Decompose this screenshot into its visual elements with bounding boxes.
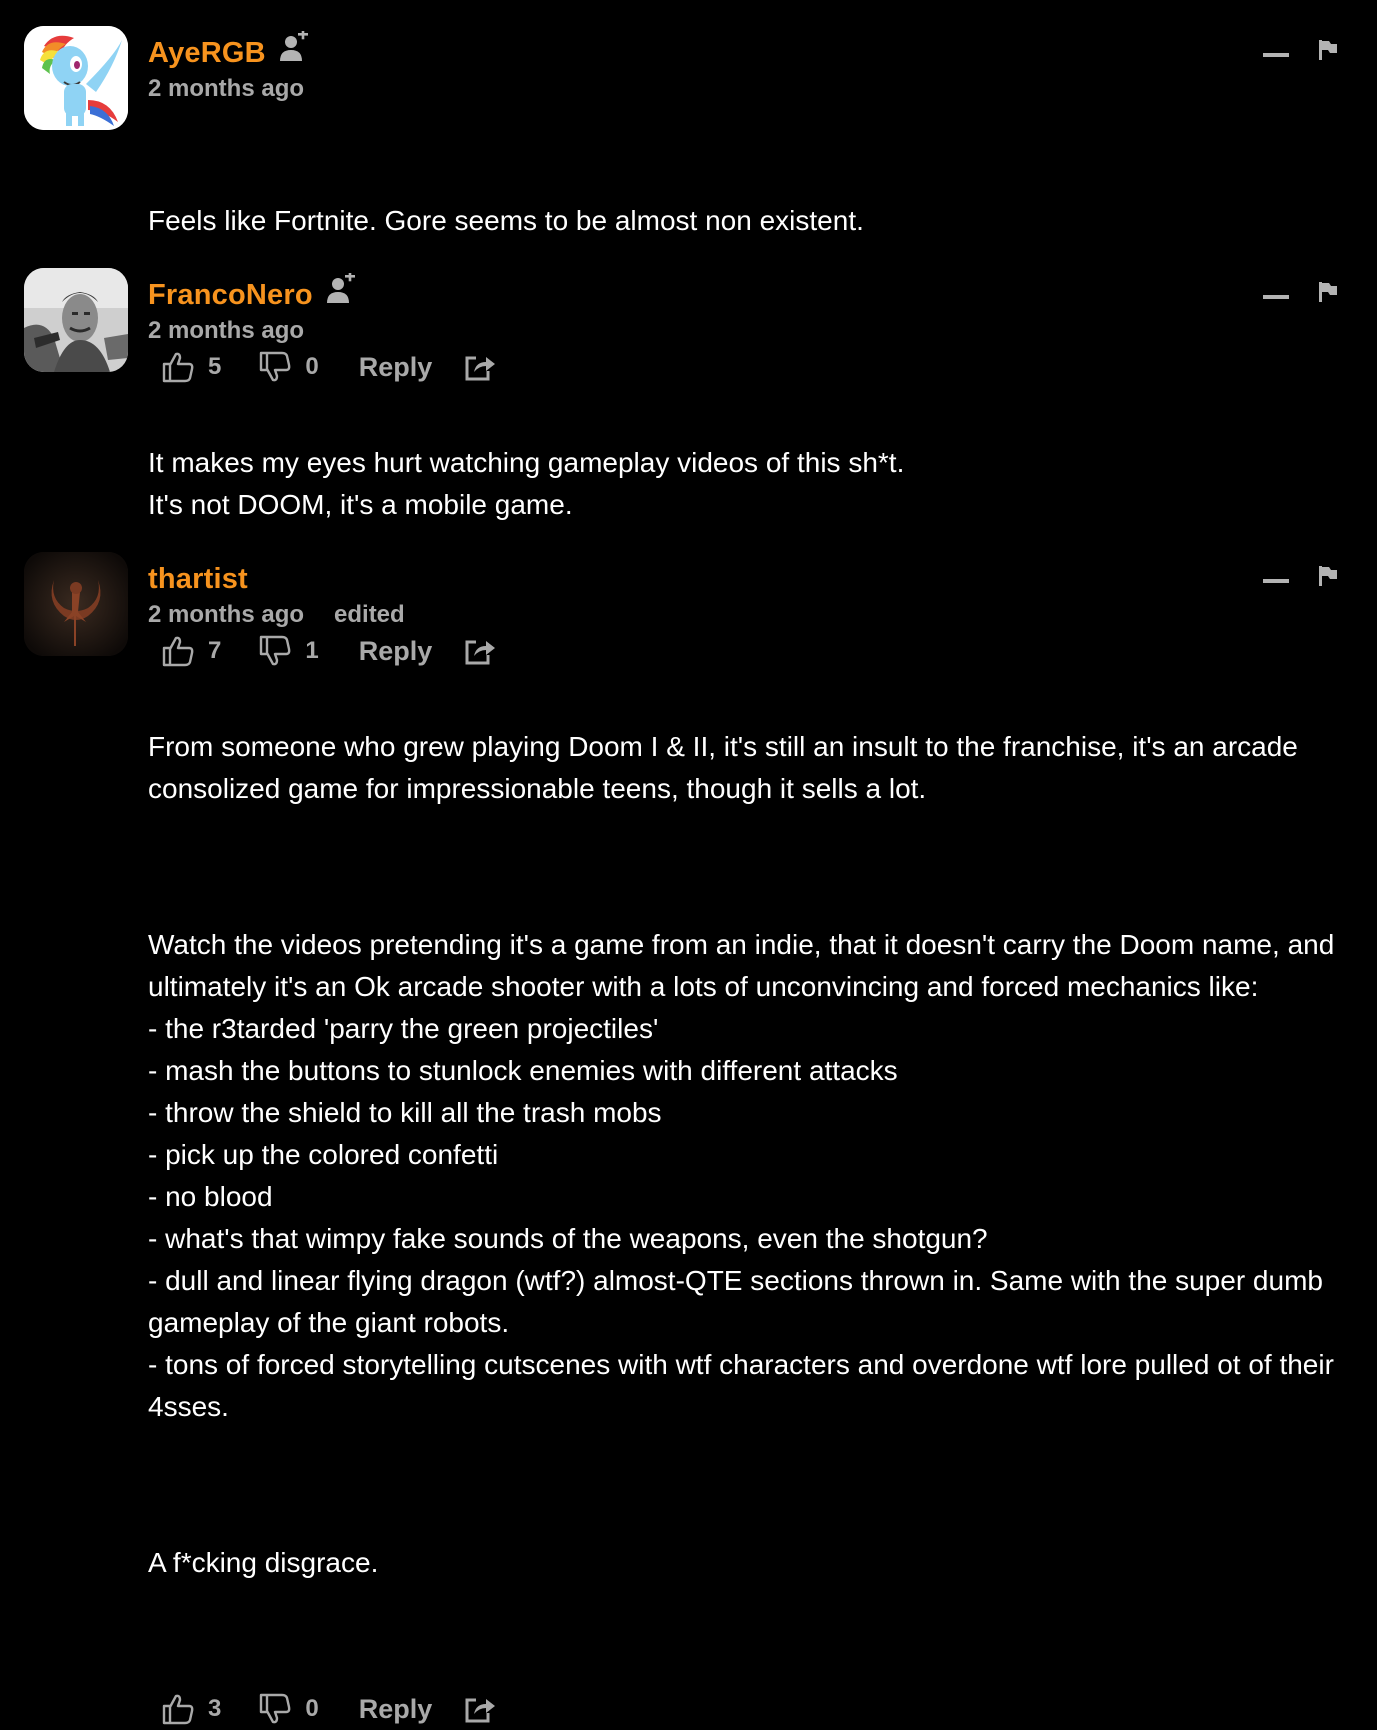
edited-label: edited	[334, 601, 405, 628]
add-user-icon[interactable]	[278, 28, 312, 70]
collapse-button[interactable]	[1253, 282, 1293, 312]
username[interactable]: thartist	[148, 563, 248, 596]
flag-icon	[1319, 40, 1337, 60]
comment-paragraph: It makes my eyes hurt watching gameplay …	[148, 447, 905, 520]
comment-paragraph: From someone who grew playing Doom I & I…	[148, 731, 1306, 804]
comment-timestamp: 2 months ago	[148, 601, 305, 628]
flag-icon	[1319, 566, 1337, 586]
share-icon	[465, 1698, 496, 1723]
minus-icon	[1263, 295, 1289, 299]
avatar-image	[24, 26, 128, 130]
comment-paragraph: Watch the videos pretending it's a game …	[148, 929, 1335, 1422]
avatar-image	[24, 268, 128, 372]
username[interactable]: AyeRGB	[148, 37, 266, 70]
thumbs-up-icon	[162, 1694, 194, 1725]
reply-button[interactable]: Reply	[359, 1694, 433, 1725]
username[interactable]: FrancoNero	[148, 279, 313, 312]
dislike-count: 0	[305, 1695, 319, 1722]
avatar[interactable]	[24, 26, 128, 130]
minus-icon	[1263, 53, 1289, 57]
share-button[interactable]	[464, 1694, 496, 1724]
flag-button[interactable]	[1311, 562, 1345, 596]
comment-timestamp: 2 months ago	[148, 317, 305, 344]
comment-actions: 3 0 Reply	[148, 1688, 1377, 1730]
flag-button[interactable]	[1311, 278, 1345, 312]
flag-button[interactable]	[1311, 36, 1345, 70]
avatar[interactable]	[24, 552, 128, 656]
collapse-button[interactable]	[1253, 566, 1293, 596]
avatar-image	[24, 552, 128, 656]
add-user-icon[interactable]	[325, 270, 359, 312]
collapse-button[interactable]	[1253, 40, 1293, 70]
thumbs-down-icon	[260, 1693, 291, 1724]
comment-paragraph: Feels like Fortnite. Gore seems to be al…	[148, 205, 864, 236]
comment-timestamp: 2 months ago	[148, 75, 305, 102]
minus-icon	[1263, 579, 1289, 583]
comment-text: From someone who grew playing Doom I & I…	[148, 642, 1377, 1668]
like-count: 3	[208, 1695, 222, 1722]
flag-icon	[1319, 282, 1337, 302]
dislike-button[interactable]: 0	[259, 1692, 319, 1726]
avatar[interactable]	[24, 268, 128, 372]
comment-paragraph: A f*cking disgrace.	[148, 1547, 379, 1578]
like-button[interactable]: 3	[162, 1692, 221, 1726]
